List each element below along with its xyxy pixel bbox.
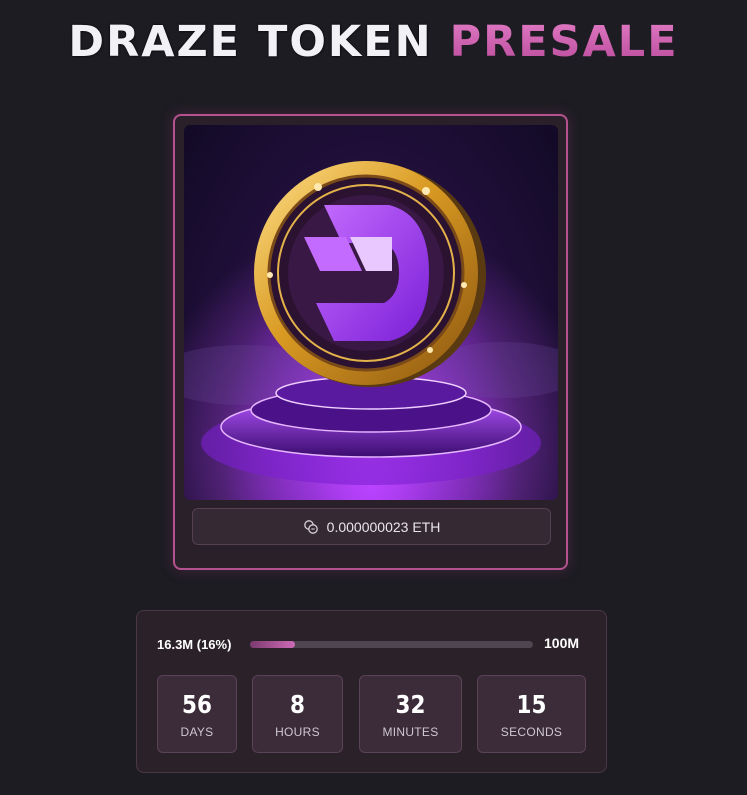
price-label: 0.000000023 ETH — [326, 518, 441, 535]
countdown-hours-label: HOURS — [275, 725, 320, 739]
countdown-days-value: 56 — [182, 690, 212, 719]
token-card: 0.000000023 ETH — [173, 114, 568, 570]
presale-progress-fill — [250, 641, 296, 648]
draze-coin-icon — [184, 125, 558, 500]
countdown-hours-value: 8 — [290, 690, 305, 719]
page-title: DRAZE TOKEN PRESALE — [0, 18, 747, 66]
goal-amount: 100M — [544, 635, 580, 651]
countdown-minutes-value: 32 — [395, 690, 426, 719]
countdown-seconds: 15 SECONDS — [477, 675, 586, 753]
countdown-minutes: 32 MINUTES — [359, 675, 462, 753]
countdown-days: 56 DAYS — [157, 675, 237, 753]
countdown-hours: 8 HOURS — [252, 675, 343, 753]
presale-stats-panel: 16.3M (16%) 100M 56 DAYS 8 HOURS 32 MINU… — [136, 610, 607, 773]
countdown-seconds-label: SECONDS — [500, 725, 563, 739]
title-draze-token: DRAZE TOKEN — [68, 17, 433, 67]
presale-progress-bar — [250, 641, 533, 648]
countdown-seconds-value: 15 — [516, 690, 547, 719]
title-presale: PRESALE — [449, 17, 679, 67]
raised-amount: 16.3M (16%) — [157, 637, 232, 652]
price-button[interactable]: 0.000000023 ETH — [192, 508, 551, 545]
coins-icon — [303, 519, 318, 534]
countdown-days-label: DAYS — [180, 725, 214, 739]
token-image — [184, 125, 558, 500]
countdown-minutes-label: MINUTES — [382, 725, 439, 739]
